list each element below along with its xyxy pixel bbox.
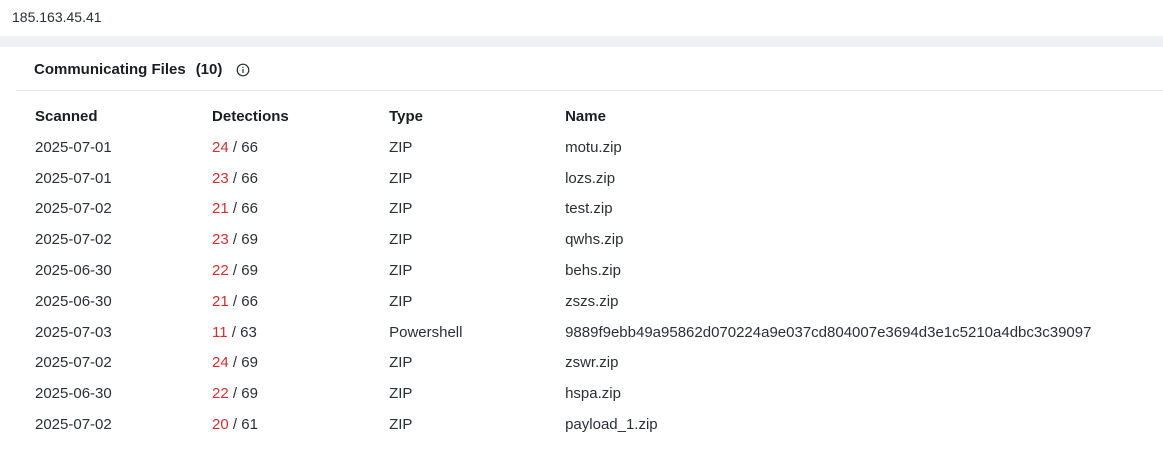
detections-total: / 61	[232, 416, 258, 434]
cell-type: ZIP	[389, 416, 413, 434]
info-circle-icon[interactable]	[236, 63, 250, 77]
cell-scanned: 2025-06-30	[35, 292, 112, 310]
detections-total: / 69	[232, 385, 258, 403]
cell-name[interactable]: lozs.zip	[565, 163, 1163, 194]
detections-total: / 63	[231, 323, 257, 341]
cell-scanned: 2025-06-30	[35, 385, 112, 403]
cell-scanned: 2025-06-30	[35, 262, 112, 280]
table-row[interactable]: 2025-07-01 23 / 66 ZIP lozs.zip	[35, 163, 1163, 194]
cell-detections: 21 / 66	[212, 286, 389, 317]
column-header-detections[interactable]: Detections	[212, 101, 389, 132]
cell-name[interactable]: behs.zip	[565, 255, 1163, 286]
cell-scanned: 2025-07-01	[35, 138, 112, 156]
detections-positive: 20	[212, 416, 229, 434]
table-row[interactable]: 2025-06-30 22 / 69 ZIP hspa.zip	[35, 378, 1163, 409]
column-header-name[interactable]: Name	[565, 101, 1163, 132]
section-count: (10)	[195, 61, 223, 78]
cell-scanned: 2025-07-02	[35, 231, 112, 249]
cell-detections: 20 / 61	[212, 409, 389, 440]
cell-type: ZIP	[389, 231, 413, 249]
cell-detections: 22 / 69	[212, 255, 389, 286]
cell-type: ZIP	[389, 354, 413, 372]
cell-detections: 23 / 69	[212, 224, 389, 255]
detections-total: / 69	[232, 262, 258, 280]
table-row[interactable]: 2025-07-03 11 / 63 Powershell 9889f9ebb49a9…	[35, 317, 1163, 348]
detections-total: / 66	[232, 292, 258, 310]
column-header-scanned[interactable]: Scanned	[35, 101, 212, 132]
address-bar: 185.163.45.41	[0, 0, 1163, 36]
detections-positive: 24	[212, 354, 229, 372]
cell-detections: 11 / 63	[212, 317, 389, 348]
detections-total: / 66	[232, 200, 258, 218]
cell-detections: 21 / 66	[212, 194, 389, 225]
cell-detections: 23 / 66	[212, 163, 389, 194]
detections-total: / 66	[232, 169, 258, 187]
cell-name[interactable]: test.zip	[565, 194, 1163, 225]
detections-total: / 69	[232, 231, 258, 249]
cell-name[interactable]: hspa.zip	[565, 378, 1163, 409]
cell-scanned: 2025-07-02	[35, 416, 112, 434]
cell-name[interactable]: qwhs.zip	[565, 224, 1163, 255]
table-row[interactable]: 2025-06-30 22 / 69 ZIP behs.zip	[35, 255, 1163, 286]
detections-positive: 21	[212, 200, 229, 218]
cell-name[interactable]: zswr.zip	[565, 348, 1163, 379]
detections-positive: 11	[212, 323, 228, 341]
cell-scanned: 2025-07-02	[35, 354, 112, 372]
detections-positive: 21	[212, 292, 229, 310]
cell-type: ZIP	[389, 200, 413, 218]
detections-positive: 22	[212, 262, 229, 280]
section-title: Communicating Files	[34, 61, 186, 78]
table-row[interactable]: 2025-07-01 24 / 66 ZIP motu.zip	[35, 132, 1163, 163]
cell-type: ZIP	[389, 385, 413, 403]
cell-type: Powershell	[389, 323, 463, 341]
table-row[interactable]: 2025-07-02 20 / 61 ZIP payload_1.zip	[35, 409, 1163, 440]
cell-type: ZIP	[389, 292, 413, 310]
detections-total: / 69	[232, 354, 258, 372]
cell-name[interactable]: 9889f9ebb49a95862d070224a9e037cd804007e3…	[565, 317, 1163, 348]
communicating-files-card: Communicating Files (10) Scanned Detecti…	[0, 47, 1163, 449]
section-separator-band	[0, 36, 1163, 47]
cell-name[interactable]: payload_1.zip	[565, 409, 1163, 440]
table-row[interactable]: 2025-07-02 23 / 69 ZIP qwhs.zip	[35, 224, 1163, 255]
table-header-row: Scanned Detections Type Name	[35, 101, 1163, 132]
detections-positive: 24	[212, 138, 229, 156]
header-divider	[16, 90, 1163, 91]
detections-positive: 23	[212, 169, 229, 187]
cell-type: ZIP	[389, 138, 413, 156]
cell-name[interactable]: motu.zip	[565, 132, 1163, 163]
detections-positive: 22	[212, 385, 229, 403]
cell-detections: 24 / 66	[212, 132, 389, 163]
cell-name[interactable]: zszs.zip	[565, 286, 1163, 317]
cell-scanned: 2025-07-02	[35, 200, 112, 218]
detections-total: / 66	[232, 138, 258, 156]
cell-scanned: 2025-07-03	[35, 323, 112, 341]
column-header-type[interactable]: Type	[389, 101, 565, 132]
cell-detections: 24 / 69	[212, 348, 389, 379]
ip-address[interactable]: 185.163.45.41	[12, 9, 102, 25]
card-header: Communicating Files (10)	[34, 61, 250, 78]
communicating-files-table: Scanned Detections Type Name 2025-07-01 2…	[35, 101, 1163, 440]
cell-scanned: 2025-07-01	[35, 169, 112, 187]
table-row[interactable]: 2025-07-02 24 / 69 ZIP zswr.zip	[35, 348, 1163, 379]
cell-type: ZIP	[389, 169, 413, 187]
cell-detections: 22 / 69	[212, 378, 389, 409]
detections-positive: 23	[212, 231, 229, 249]
cell-type: ZIP	[389, 262, 413, 280]
table-row[interactable]: 2025-07-02 21 / 66 ZIP test.zip	[35, 194, 1163, 225]
table-row[interactable]: 2025-06-30 21 / 66 ZIP zszs.zip	[35, 286, 1163, 317]
